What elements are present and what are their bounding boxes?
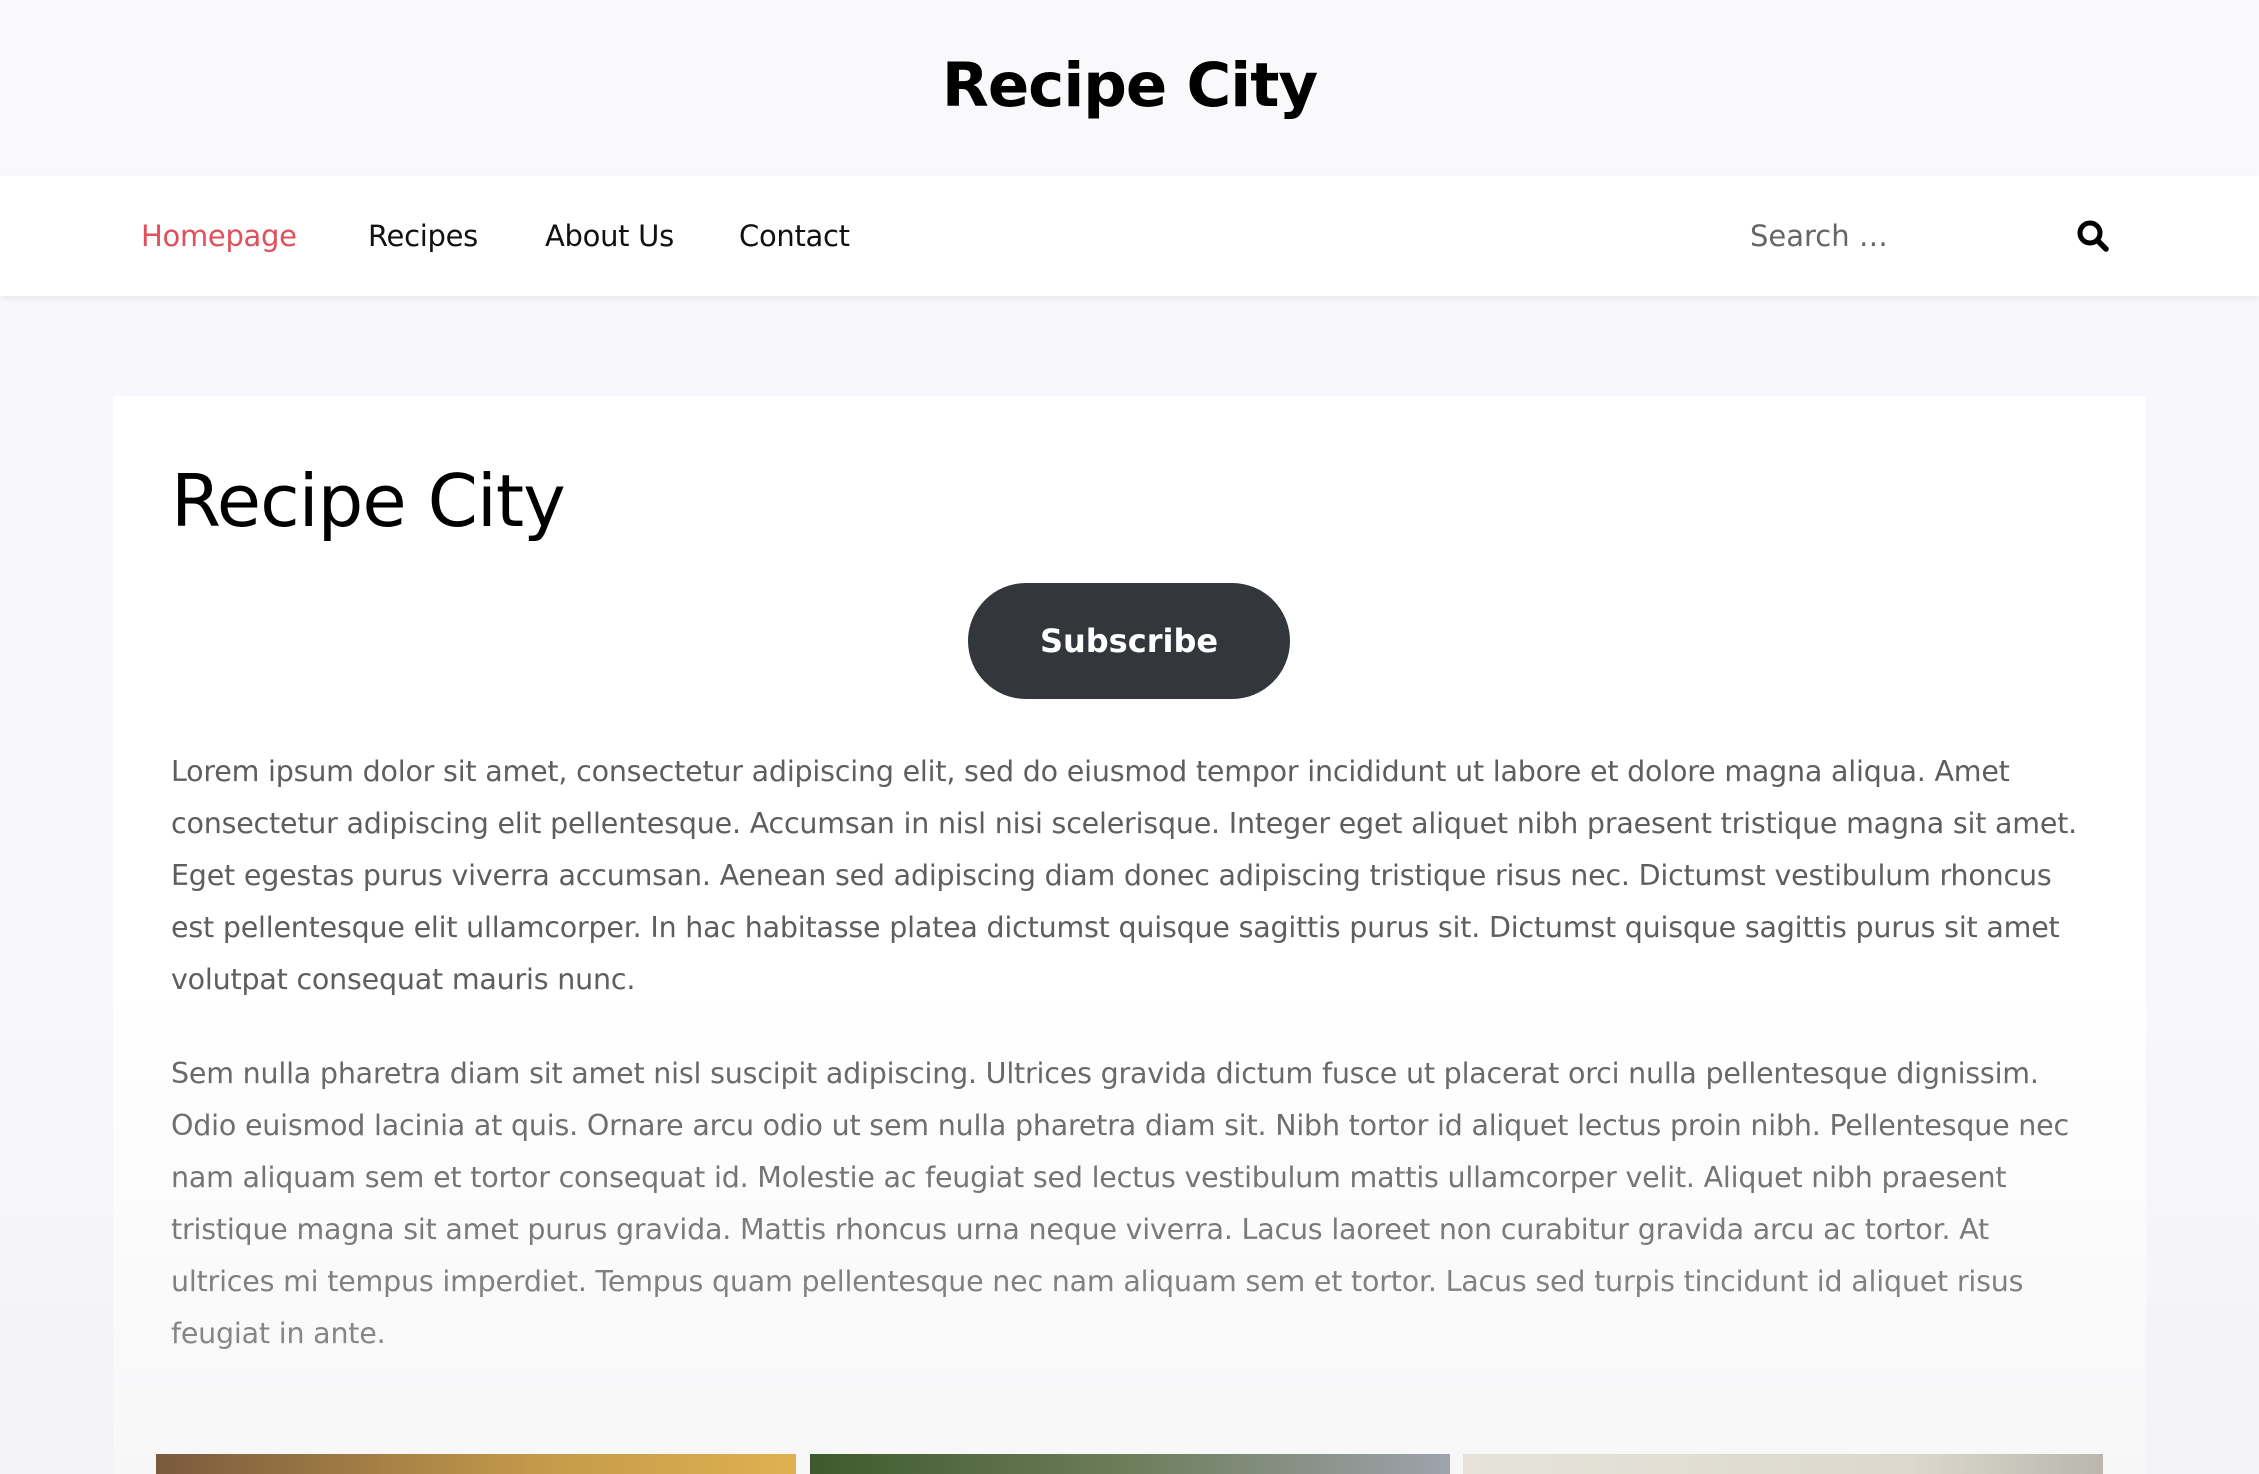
recipe-thumbnail-1[interactable]	[156, 1454, 796, 1474]
page-title: Recipe City	[171, 459, 566, 543]
search-button[interactable]	[2073, 216, 2113, 256]
search-input[interactable]	[1750, 216, 2030, 256]
nav-item-recipes[interactable]: Recipes	[368, 216, 478, 256]
site-header: Recipe City	[0, 0, 2259, 176]
nav-item-about-us[interactable]: About Us	[545, 216, 674, 256]
subscribe-button[interactable]: Subscribe	[968, 583, 1290, 699]
search-icon	[2077, 220, 2109, 252]
site-title[interactable]: Recipe City	[0, 46, 2259, 126]
nav-item-contact[interactable]: Contact	[739, 216, 850, 256]
body-paragraph: Sem nulla pharetra diam sit amet nisl su…	[171, 1057, 2069, 1350]
content-card: Recipe City Subscribe Lorem ipsum dolor …	[113, 396, 2146, 1474]
nav-item-homepage[interactable]: Homepage	[141, 216, 297, 256]
recipe-thumbnail-2[interactable]	[810, 1454, 1450, 1474]
search-form	[1735, 204, 2115, 268]
intro-paragraph: Lorem ipsum dolor sit amet, consectetur …	[171, 755, 2078, 996]
recipe-thumbnail-3[interactable]	[1463, 1454, 2103, 1474]
main-navigation: Homepage Recipes About Us Contact	[0, 176, 2259, 296]
